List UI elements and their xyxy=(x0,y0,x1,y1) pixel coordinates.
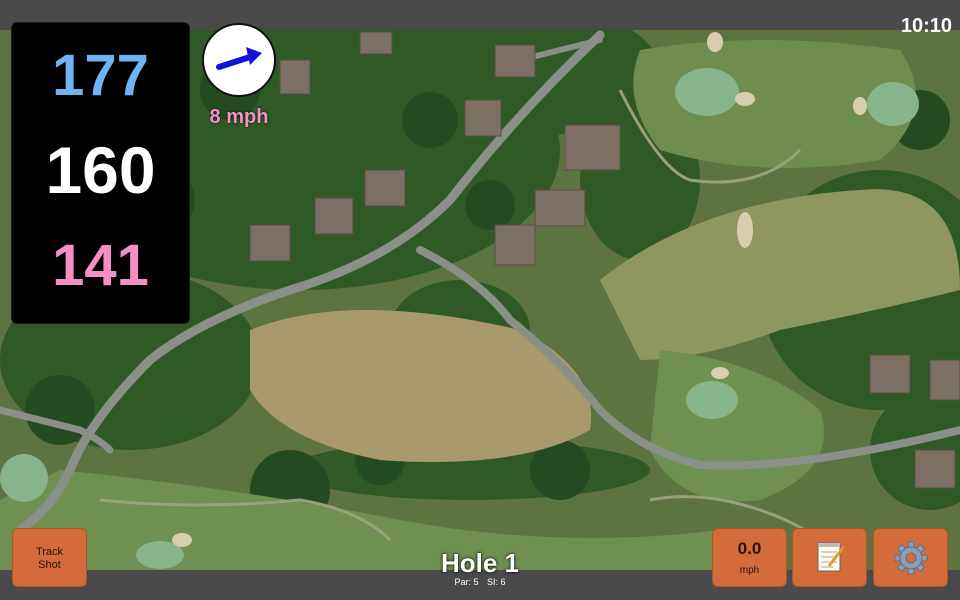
arrow-right-icon xyxy=(216,47,262,70)
notepad-icon xyxy=(817,542,846,572)
clock: 10:10 xyxy=(900,15,952,37)
yardage-panel: 177 160 141 xyxy=(11,22,190,324)
track-shot-label-line2: Shot xyxy=(38,559,61,571)
wind-direction-indicator xyxy=(202,23,276,97)
wind-speed-label: 8 mph xyxy=(209,106,269,128)
track-shot-label-line1: Track xyxy=(35,546,64,558)
wind-button-value: 0.0 xyxy=(737,539,762,558)
settings-button[interactable] xyxy=(873,528,948,587)
center-yardage: 160 xyxy=(45,133,156,207)
hole-stroke-index: SI: 6 xyxy=(487,577,506,587)
hole-par: Par: 5 xyxy=(454,577,479,587)
gear-icon xyxy=(894,541,928,575)
wind-speed-button[interactable]: 0.0 mph xyxy=(712,528,787,587)
hole-info: Par: 5 SI: 6 xyxy=(380,577,580,588)
hole-title: Hole 1 xyxy=(440,548,520,578)
wind-button-unit: mph xyxy=(739,565,760,576)
notes-button[interactable] xyxy=(792,528,867,587)
track-shot-button[interactable]: Track Shot xyxy=(12,528,87,587)
back-yardage: 177 xyxy=(52,43,149,108)
front-yardage: 141 xyxy=(52,233,149,298)
app-screen: 10:10 177 160 141 8 mph Track Shot Hole … xyxy=(0,0,960,600)
